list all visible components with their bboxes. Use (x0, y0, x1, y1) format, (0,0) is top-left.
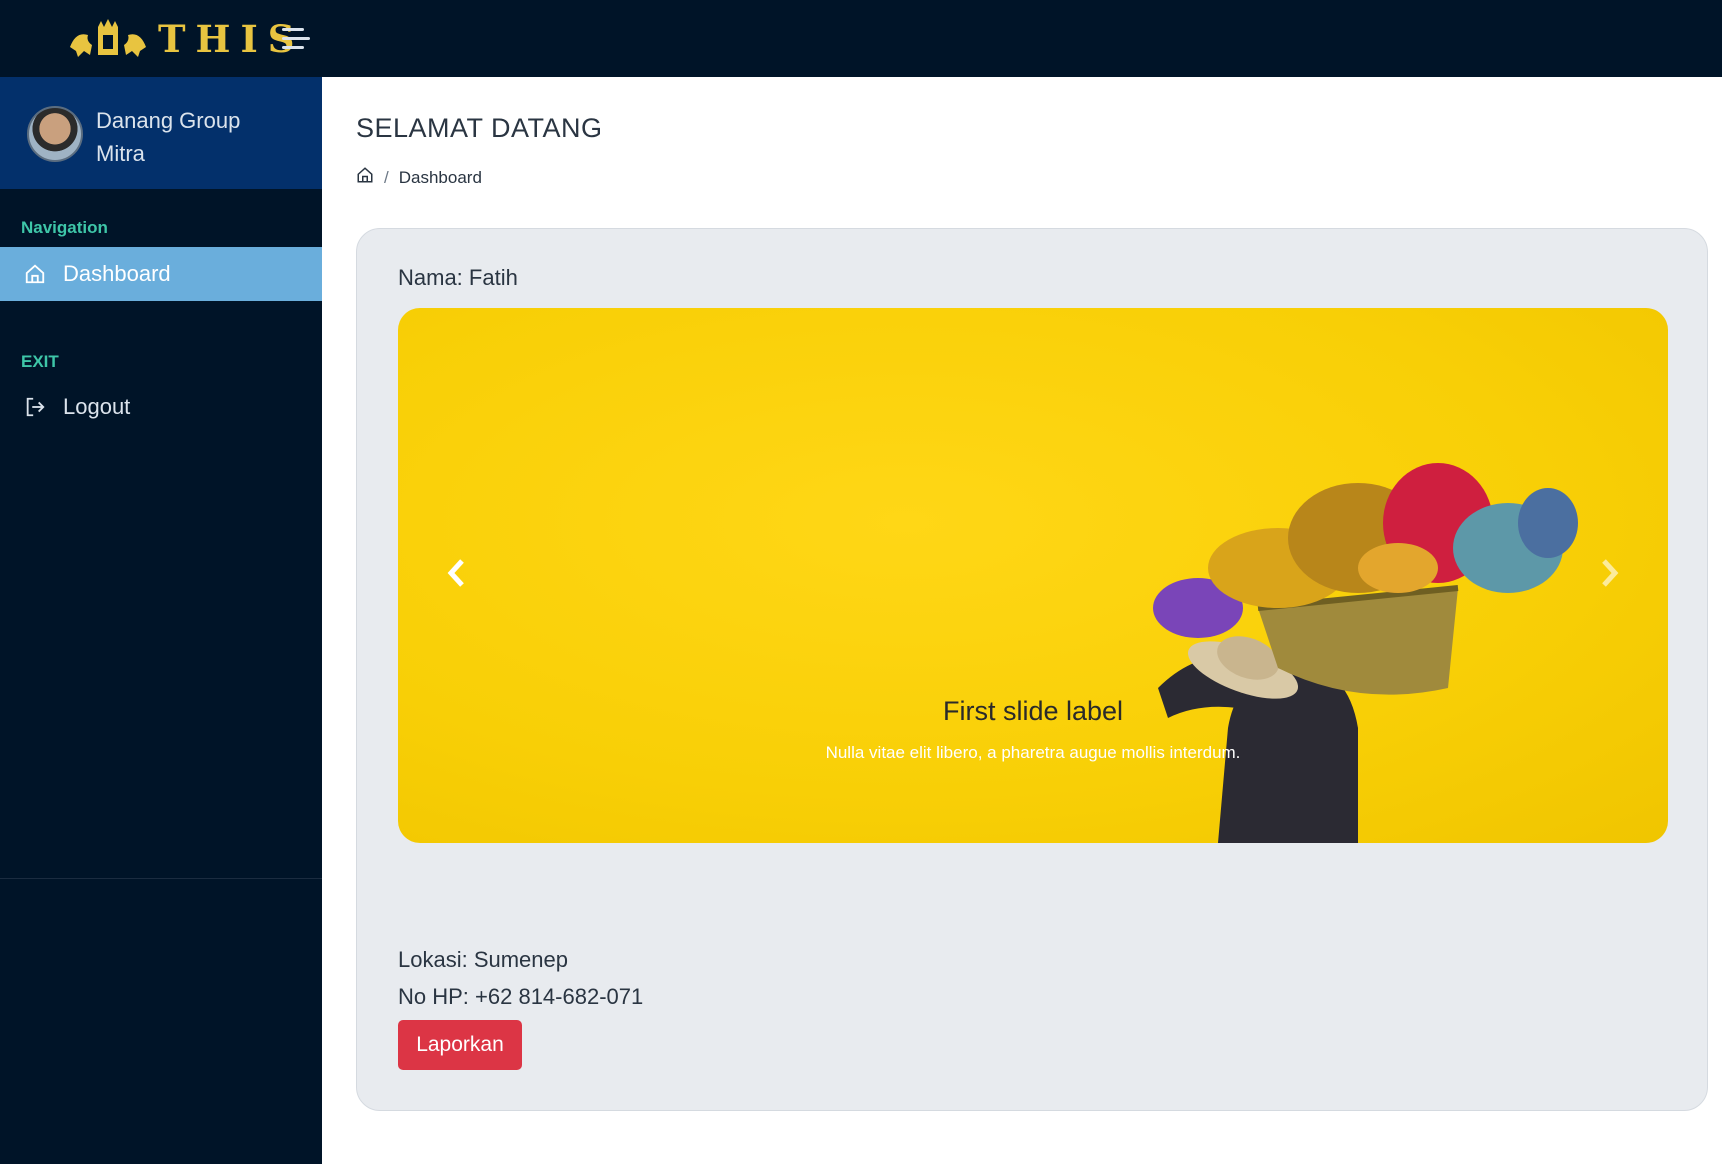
home-icon[interactable] (356, 166, 374, 189)
phone-line: No HP: +62 814-682-071 (398, 984, 644, 1009)
lion-crest-icon (70, 19, 146, 57)
profile-role: Mitra (96, 141, 145, 166)
page-title: SELAMAT DATANG (356, 113, 603, 143)
sidebar-section-navigation: Navigation (21, 218, 108, 237)
sidebar-item-label: Logout (63, 394, 131, 419)
home-icon (23, 262, 47, 286)
sidebar-item-logout[interactable]: Logout (0, 380, 322, 434)
sidebar-item-dashboard[interactable]: Dashboard (0, 247, 322, 301)
chevron-right-icon (1602, 559, 1619, 587)
location-line: Lokasi: Sumenep (398, 947, 568, 972)
top-navbar: THIS (0, 0, 1722, 77)
sidebar-section-exit: EXIT (21, 352, 59, 371)
carousel-prev-button[interactable] (436, 548, 476, 598)
chevron-left-icon (447, 559, 464, 587)
hamburger-icon[interactable] (282, 28, 310, 52)
breadcrumb-current: Dashboard (398, 167, 482, 187)
carousel-next-button[interactable] (1590, 548, 1630, 598)
sidebar-item-label: Dashboard (63, 261, 171, 286)
avatar (27, 106, 83, 162)
image-carousel[interactable]: First slide label Nulla vitae elit liber… (398, 308, 1668, 843)
slide-caption-text: Nulla vitae elit libero, a pharetra augu… (825, 743, 1241, 762)
sidebar-divider (0, 878, 322, 879)
slide-caption-title: First slide label (942, 696, 1124, 726)
user-profile[interactable]: Danang Group Mitra (0, 77, 322, 189)
logout-icon (23, 395, 47, 419)
breadcrumb: / Dashboard (356, 166, 482, 189)
report-button[interactable]: Laporkan (398, 1020, 522, 1070)
breadcrumb-separator: / (384, 167, 389, 187)
sidebar: Danang Group Mitra Navigation Dashboard … (0, 77, 322, 1164)
partner-card: Nama: Fatih First slide label Nulla vita… (356, 228, 1708, 1111)
profile-name: Danang Group (96, 108, 241, 133)
brand-logo[interactable]: THIS (66, 14, 305, 64)
name-line: Nama: Fatih (398, 265, 518, 290)
